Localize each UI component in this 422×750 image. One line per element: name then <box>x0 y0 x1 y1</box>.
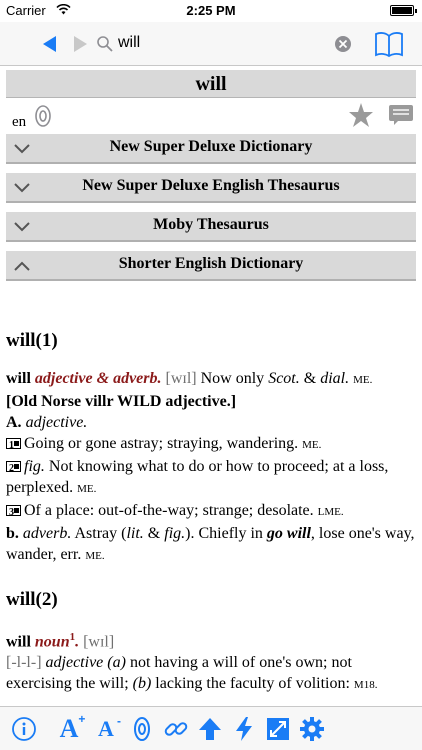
status-bar: Carrier 2:25 PM <box>0 0 422 22</box>
sense-group-pos: adjective. <box>25 414 88 431</box>
word-tools-row: en <box>6 100 416 134</box>
usage-note: Now only <box>200 370 265 387</box>
audio-icon[interactable] <box>128 715 156 743</box>
era-label: ME. <box>85 550 105 562</box>
gear-icon[interactable] <box>298 715 326 743</box>
etymology: [Old Norse villr WILD adjective.] <box>6 393 237 410</box>
font-plus: + <box>78 712 86 726</box>
sense-text: Not knowing what to do or how to proceed… <box>6 458 389 496</box>
dictionary-section-label: New Super Deluxe Dictionary <box>109 138 313 155</box>
favorite-star-icon[interactable] <box>348 102 374 128</box>
sense-group-b: b. adverb. Astray (lit. & fig.). Chiefly… <box>6 523 416 567</box>
sense-group-pos: adjective <box>45 654 104 672</box>
status-time: 2:25 PM <box>186 3 236 18</box>
language-code: en <box>12 114 27 130</box>
era-label: ME. <box>353 374 373 386</box>
note-icon[interactable] <box>388 104 414 126</box>
sense-group-pos: adverb. <box>22 525 72 542</box>
era-label: ME. <box>77 483 97 495</box>
era-label: ME. <box>302 439 322 451</box>
pronunciation-audio-icon[interactable] <box>32 104 54 128</box>
font-decrease-icon[interactable]: A- <box>92 714 121 743</box>
sense-register: fig. <box>24 458 45 475</box>
entry-headline: will adjective & adverb. [wɪl] Now only … <box>6 368 416 391</box>
sense-number-badge: 2 <box>6 461 21 474</box>
sense-text: lacking the faculty of volition: <box>155 675 350 693</box>
font-letter: A <box>59 714 79 743</box>
phrase: go will <box>266 525 311 542</box>
dictionary-section-new-super-deluxe-thesaurus[interactable]: New Super Deluxe English Thesaurus <box>6 173 416 203</box>
dictionary-section-shorter-english-dictionary[interactable]: Shorter English Dictionary <box>6 251 416 281</box>
dictionary-section-label: Shorter English Dictionary <box>118 255 304 272</box>
era-label: M18. <box>353 679 378 692</box>
forward-arrow-icon[interactable] <box>70 34 90 54</box>
book-icon[interactable] <box>374 30 404 58</box>
expand-icon[interactable] <box>264 715 292 743</box>
sense-group-a: A. adjective. <box>6 412 416 433</box>
font-letter: A <box>98 716 114 741</box>
sense-item: 1 Going or gone astray; straying, wanderi… <box>6 433 416 456</box>
part-of-speech: adjective & adverb. <box>34 370 162 387</box>
word-header: will <box>6 70 416 98</box>
battery-icon <box>390 5 417 16</box>
stress-pattern: [-l-l-] <box>6 654 42 672</box>
definition: [-l-l-] adjective (a) not having a will … <box>6 652 416 696</box>
usage-dialect: dial. <box>320 370 350 387</box>
sense-number-badge: 1 <box>6 438 21 451</box>
entry-title: will(1) <box>6 330 58 351</box>
sense-group-label: A. <box>6 414 22 431</box>
search-icon <box>97 36 113 52</box>
sense-register: fig. <box>164 525 186 542</box>
dictionary-section-new-super-deluxe-dictionary[interactable]: New Super Deluxe Dictionary <box>6 134 416 164</box>
back-arrow-icon[interactable] <box>40 34 60 54</box>
sub-sense-label: (b) <box>132 675 152 693</box>
sense-text: Of a place: out-of-the-way; strange; des… <box>24 502 314 519</box>
pronunciation: [wɪl] <box>83 633 115 651</box>
search-input[interactable] <box>118 34 318 52</box>
era-label: LME. <box>317 506 344 518</box>
part-of-speech: noun <box>34 633 70 651</box>
dictionary-section-label: New Super Deluxe English Thesaurus <box>82 177 340 194</box>
info-icon[interactable] <box>10 715 38 743</box>
search-bar <box>0 22 422 66</box>
sub-sense-label: (a) <box>107 654 126 672</box>
entry-headline: will noun1. [wɪl] <box>6 631 115 651</box>
sense-text: Going or gone astray; straying, wanderin… <box>24 435 299 452</box>
sense-item: 3 Of a place: out-of-the-way; strange; de… <box>6 500 416 523</box>
sense-text: Astray ( <box>74 525 127 542</box>
usage-amp: & <box>303 370 317 387</box>
usage-region: Scot. <box>268 370 300 387</box>
dictionary-section-label: Moby Thesaurus <box>153 216 269 233</box>
dictionary-section-moby-thesaurus[interactable]: Moby Thesaurus <box>6 212 416 242</box>
arrow-up-icon[interactable] <box>196 715 224 743</box>
link-icon[interactable] <box>162 715 190 743</box>
bottom-toolbar: A + A- <box>0 706 422 750</box>
sense-text: ). Chiefly in <box>185 525 263 542</box>
font-increase-icon[interactable]: A + <box>55 712 86 743</box>
headword: will <box>6 633 31 651</box>
entry-content: will(1) will adjective & adverb. [wɪl] N… <box>6 290 416 696</box>
headword: will <box>6 370 31 387</box>
sense-group-label: b. <box>6 525 19 542</box>
pronunciation: [wɪl] <box>165 370 197 387</box>
lightning-icon[interactable] <box>230 715 258 743</box>
entry-title: will(2) <box>6 589 58 610</box>
sense-register: lit. <box>126 525 144 542</box>
sense-item: 2 fig. Not knowing what to do or how to p… <box>6 456 416 500</box>
font-minus: - <box>116 714 121 728</box>
sense-amp: & <box>147 525 161 542</box>
clear-search-icon[interactable] <box>334 35 352 53</box>
sense-number-badge: 3 <box>6 505 21 518</box>
